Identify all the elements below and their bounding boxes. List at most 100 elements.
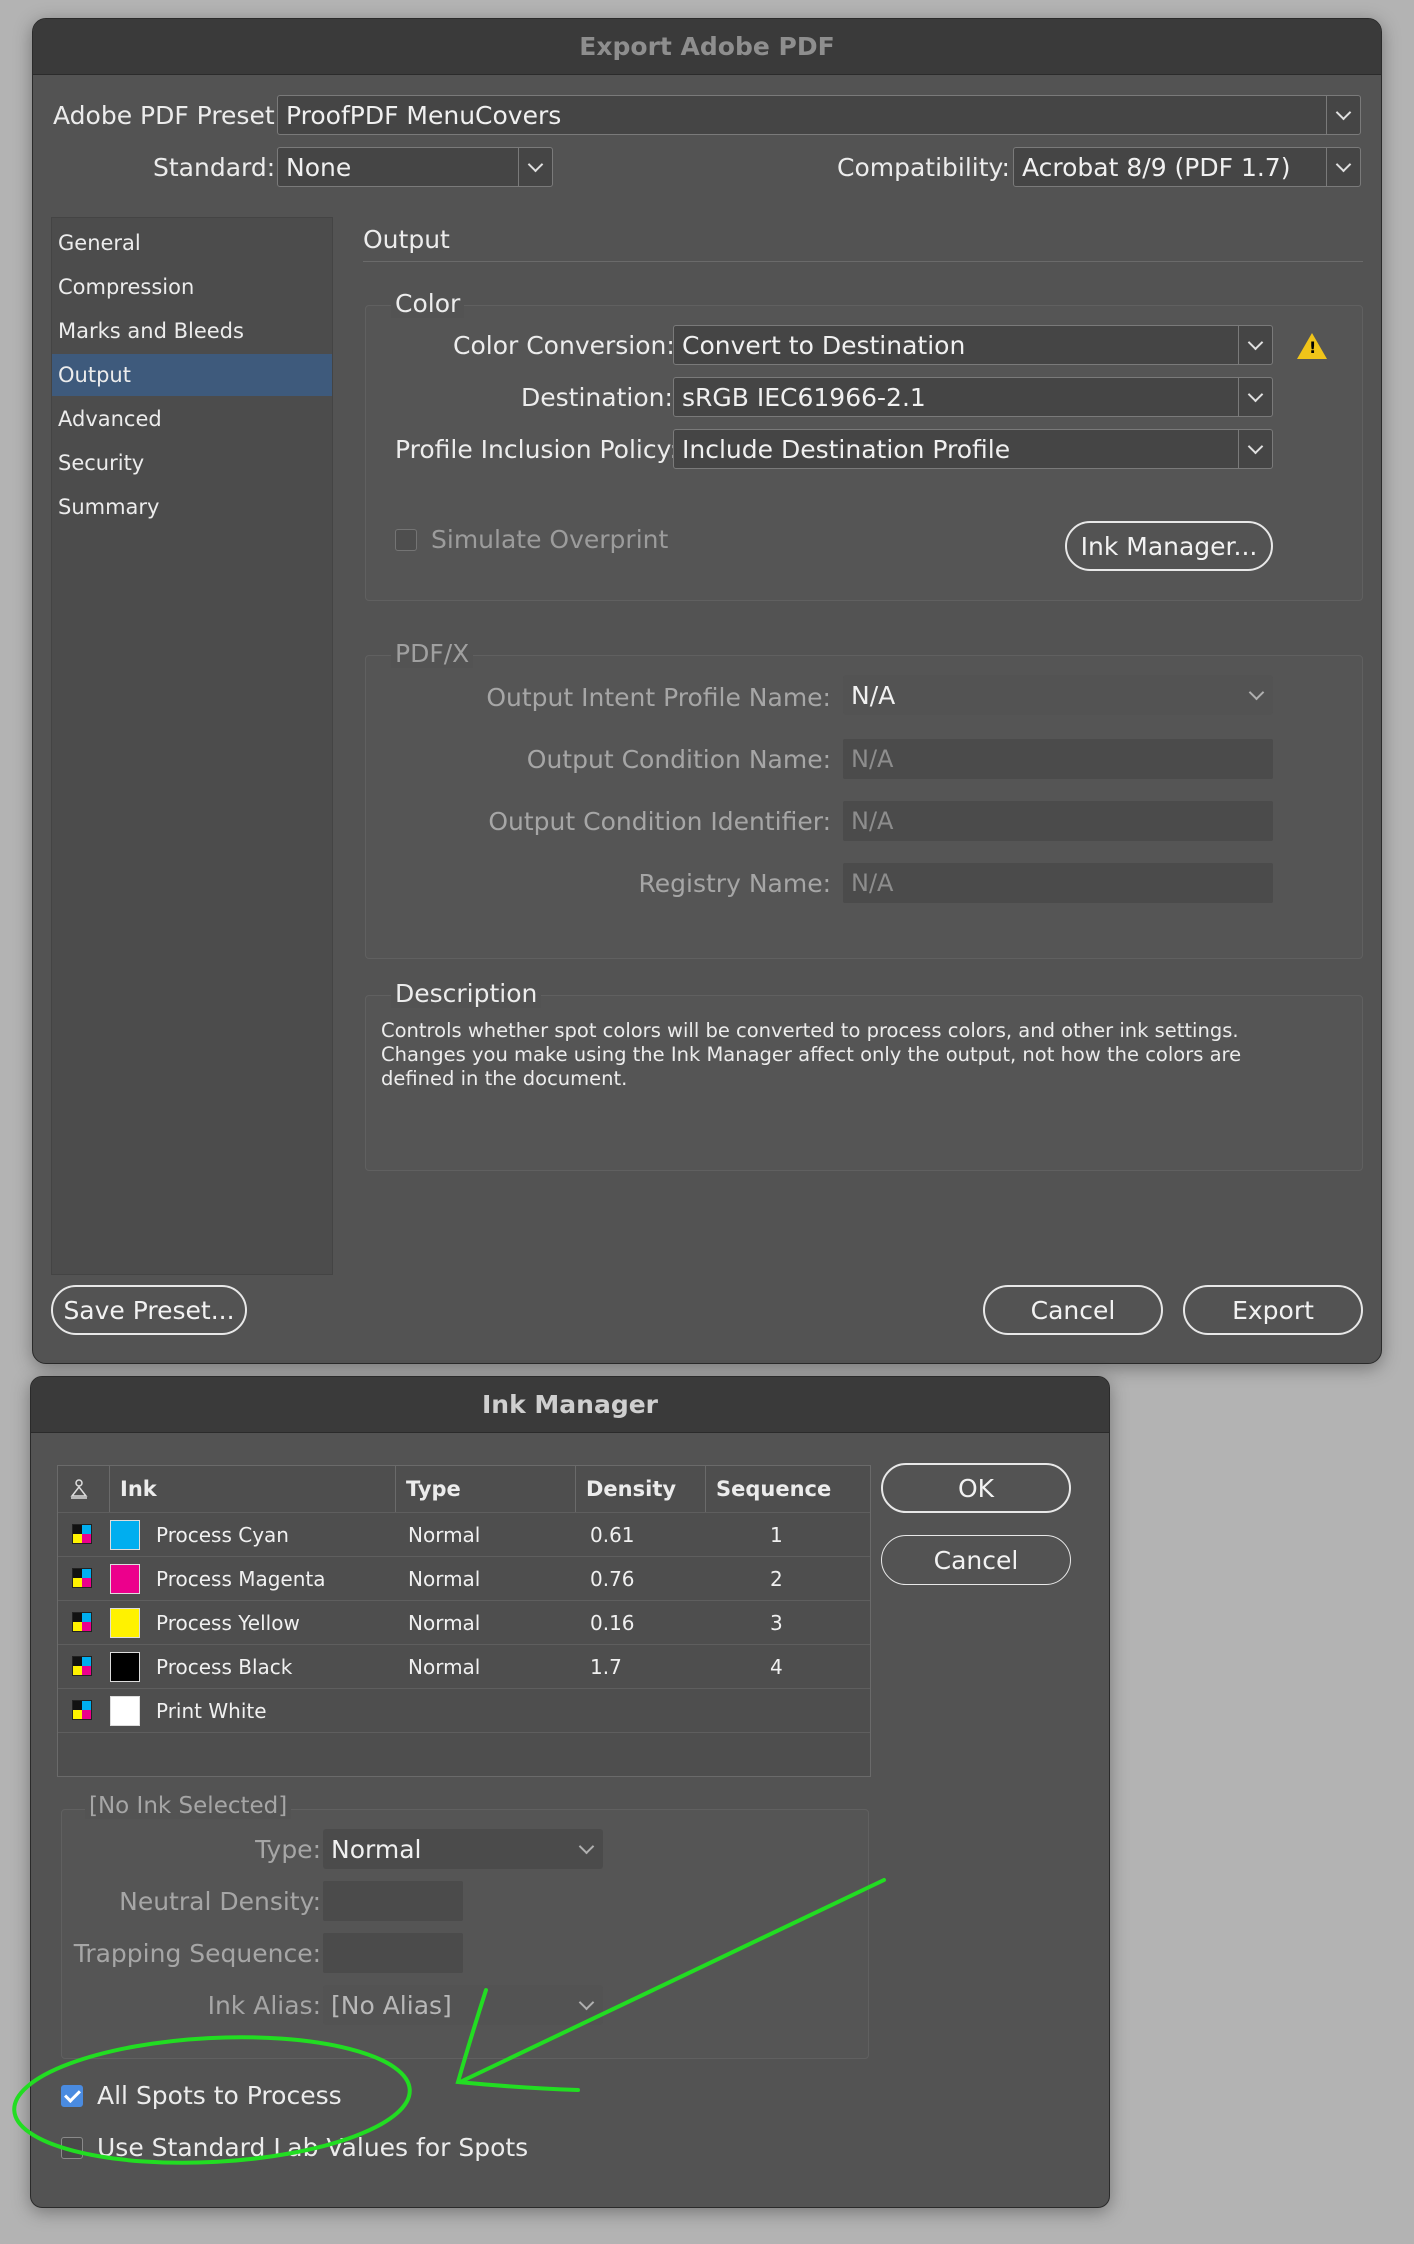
chevron-down-icon: [1326, 96, 1360, 134]
profile-policy-label: Profile Inclusion Policy:: [395, 435, 679, 464]
dialog-title: Ink Manager: [31, 1377, 1109, 1433]
table-row[interactable]: Process Cyan Normal 0.61 1: [58, 1512, 870, 1556]
preset-label: Adobe PDF Preset:: [53, 101, 284, 130]
registry-name-field[interactable]: N/A: [843, 863, 1273, 903]
trapping-sequence-label: Trapping Sequence:: [73, 1939, 321, 1968]
standard-label: Standard:: [153, 153, 276, 182]
column-header-density[interactable]: Density: [576, 1466, 706, 1512]
category-sidebar: General Compression Marks and Bleeds Out…: [51, 217, 333, 1275]
standard-dropdown[interactable]: None: [277, 147, 553, 187]
column-header-ink[interactable]: Ink: [110, 1466, 396, 1512]
output-condition-identifier-label: Output Condition Identifier:: [488, 807, 831, 836]
process-ink-icon: [72, 1524, 92, 1544]
export-pdf-dialog: Export Adobe PDF Adobe PDF Preset: Proof…: [32, 18, 1382, 1364]
cancel-button[interactable]: Cancel: [881, 1535, 1071, 1585]
simulate-overprint-checkbox[interactable]: [395, 529, 417, 551]
destination-dropdown[interactable]: sRGB IEC61966-2.1: [673, 377, 1273, 417]
profile-policy-dropdown[interactable]: Include Destination Profile: [673, 429, 1273, 469]
compatibility-value: Acrobat 8/9 (PDF 1.7): [1022, 152, 1291, 182]
ok-button[interactable]: OK: [881, 1463, 1071, 1513]
sidebar-item-security[interactable]: Security: [52, 442, 332, 484]
table-row[interactable]: Process Magenta Normal 0.76 2: [58, 1556, 870, 1600]
sidebar-item-summary[interactable]: Summary: [52, 486, 332, 528]
output-intent-dropdown[interactable]: N/A: [843, 675, 1273, 715]
sidebar-item-general[interactable]: General: [52, 222, 332, 264]
output-condition-name-field[interactable]: N/A: [843, 739, 1273, 779]
color-conversion-label: Color Conversion:: [453, 331, 675, 360]
output-condition-name-label: Output Condition Name:: [526, 745, 831, 774]
ink-swatch: [110, 1608, 140, 1638]
output-intent-value: N/A: [851, 680, 896, 710]
chevron-down-icon: [569, 1985, 603, 2025]
neutral-density-field[interactable]: [323, 1881, 463, 1921]
sidebar-item-advanced[interactable]: Advanced: [52, 398, 332, 440]
ink-swatch: [110, 1520, 140, 1550]
standard-value: None: [286, 152, 352, 182]
export-button[interactable]: Export: [1183, 1285, 1363, 1335]
ink-type: Normal: [408, 1567, 481, 1591]
ink-alias-label: Ink Alias:: [207, 1991, 321, 2020]
dialog-title: Export Adobe PDF: [33, 19, 1381, 75]
ink-swatch: [110, 1652, 140, 1682]
description-legend: Description: [391, 979, 542, 1008]
pdfx-legend: PDF/X: [391, 639, 474, 668]
ink-swatch: [110, 1696, 140, 1726]
process-ink-icon: [72, 1612, 92, 1632]
table-row[interactable]: Print White: [58, 1688, 870, 1732]
column-header-sequence[interactable]: Sequence: [706, 1466, 870, 1512]
ink-density: 0.16: [590, 1611, 635, 1635]
simulate-overprint-label: Simulate Overprint: [431, 525, 669, 554]
chevron-down-icon: [1326, 148, 1360, 186]
table-row[interactable]: Process Yellow Normal 0.16 3: [58, 1600, 870, 1644]
warning-icon: !: [1297, 333, 1327, 359]
compatibility-dropdown[interactable]: Acrobat 8/9 (PDF 1.7): [1013, 147, 1361, 187]
ink-sequence: 1: [770, 1523, 783, 1547]
registry-name-label: Registry Name:: [638, 869, 831, 898]
output-intent-label: Output Intent Profile Name:: [486, 683, 831, 712]
divider: [363, 261, 1363, 262]
chevron-down-icon: [569, 1829, 603, 1869]
color-conversion-dropdown[interactable]: Convert to Destination: [673, 325, 1273, 365]
table-row[interactable]: Process Black Normal 1.7 4: [58, 1644, 870, 1688]
ink-name: Process Cyan: [156, 1523, 289, 1547]
destination-value: sRGB IEC61966-2.1: [682, 382, 926, 412]
standard-lab-values-checkbox[interactable]: [61, 2137, 83, 2159]
profile-policy-value: Include Destination Profile: [682, 434, 1011, 464]
column-header-type[interactable]: Type: [396, 1466, 576, 1512]
save-preset-button[interactable]: Save Preset...: [51, 1285, 247, 1335]
ink-density: 0.61: [590, 1523, 635, 1547]
ink-sequence: 2: [770, 1567, 783, 1591]
all-spots-to-process-label: All Spots to Process: [97, 2081, 342, 2110]
process-ink-icon: [72, 1656, 92, 1676]
preset-dropdown[interactable]: ProofPDF MenuCovers: [277, 95, 1361, 135]
cancel-button[interactable]: Cancel: [983, 1285, 1163, 1335]
ink-type: Normal: [408, 1523, 481, 1547]
ink-name: Process Magenta: [156, 1567, 326, 1591]
trapping-sequence-field[interactable]: [323, 1933, 463, 1973]
chevron-down-icon: [518, 148, 552, 186]
ink-type-dropdown[interactable]: Normal: [323, 1829, 603, 1869]
all-spots-to-process-checkbox[interactable]: [61, 2085, 83, 2107]
color-legend: Color: [391, 289, 465, 318]
sidebar-item-compression[interactable]: Compression: [52, 266, 332, 308]
sidebar-item-output[interactable]: Output: [52, 354, 332, 396]
process-ink-icon: [72, 1568, 92, 1588]
chevron-down-icon: [1238, 326, 1272, 364]
sidebar-item-marks-and-bleeds[interactable]: Marks and Bleeds: [52, 310, 332, 352]
chevron-down-icon: [1239, 675, 1273, 715]
ink-density: 1.7: [590, 1655, 622, 1679]
chevron-down-icon: [1238, 430, 1272, 468]
ink-alias-dropdown[interactable]: [No Alias]: [323, 1985, 603, 2025]
ink-type-value: Normal: [331, 1834, 422, 1864]
ink-type: Normal: [408, 1655, 481, 1679]
ink-manager-dialog: Ink Manager Ink Type Density Sequence Pr…: [30, 1376, 1110, 2208]
selection-legend: [No Ink Selected]: [85, 1793, 292, 1819]
description-line-3: defined in the document.: [381, 1067, 628, 1090]
ink-sequence: 3: [770, 1611, 783, 1635]
ink-type-column-header: [58, 1466, 110, 1512]
ink-manager-button[interactable]: Ink Manager...: [1065, 521, 1273, 571]
output-condition-identifier-field[interactable]: N/A: [843, 801, 1273, 841]
ink-table: Ink Type Density Sequence Process Cyan N…: [57, 1465, 871, 1777]
process-ink-icon: [72, 1700, 92, 1720]
preset-value: ProofPDF MenuCovers: [286, 100, 562, 130]
